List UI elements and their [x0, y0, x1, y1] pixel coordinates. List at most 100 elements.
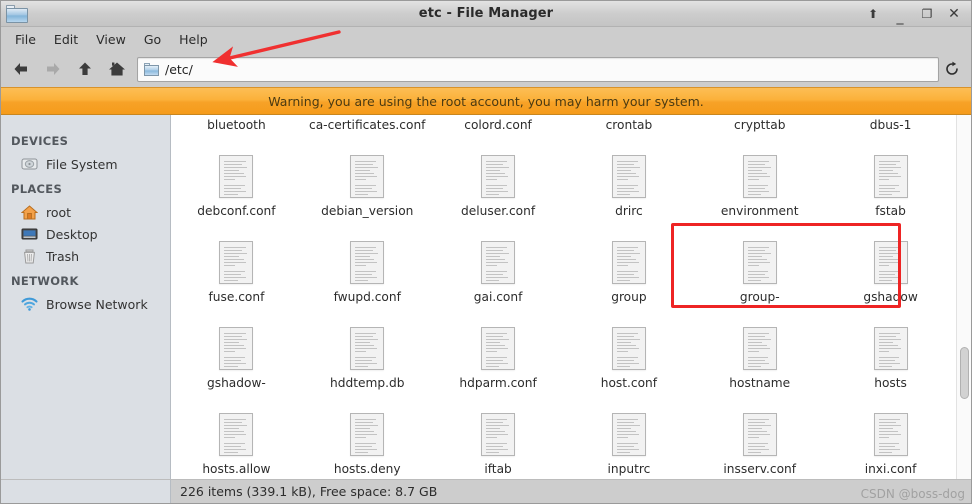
document-file-icon — [873, 327, 908, 370]
file-item[interactable]: gshadow — [825, 233, 956, 319]
document-file-icon — [742, 413, 777, 456]
document-file-icon — [481, 327, 516, 370]
sidebar-item-trash[interactable]: Trash — [1, 245, 170, 267]
file-name-label: debian_version — [321, 204, 414, 218]
file-name-label: deluser.conf — [461, 204, 536, 218]
file-item[interactable]: gai.conf — [433, 233, 564, 319]
document-file-icon — [611, 241, 646, 284]
file-name-label: environment — [720, 204, 799, 218]
shade-button[interactable]: ⬆ — [866, 8, 880, 20]
sidebar-item-label: Desktop — [46, 226, 98, 242]
document-file-icon — [742, 241, 777, 284]
file-name-label: hosts.deny — [333, 462, 401, 476]
back-icon — [14, 63, 27, 75]
root-warning-text: Warning, you are using the root account,… — [268, 93, 704, 109]
file-item[interactable]: inxi.conf — [825, 405, 956, 479]
file-item[interactable]: inputrc — [563, 405, 694, 479]
file-name-label: fuse.conf — [208, 290, 265, 304]
file-item[interactable]: drirc — [563, 147, 694, 233]
forward-icon — [47, 63, 60, 75]
file-item[interactable]: crypttab — [694, 115, 825, 147]
sidebar-heading-places: PLACES — [11, 182, 63, 196]
menu-item-edit[interactable]: Edit — [46, 29, 86, 50]
file-item[interactable]: colord.conf — [433, 115, 564, 147]
file-item[interactable]: bluetooth — [171, 115, 302, 147]
file-item[interactable]: hostname — [694, 319, 825, 405]
file-item[interactable]: environment — [694, 147, 825, 233]
file-name-label: gshadow- — [206, 376, 266, 390]
file-item[interactable]: ca-certificates.conf — [302, 115, 433, 147]
file-item[interactable]: hddtemp.db — [302, 319, 433, 405]
file-name-label: inxi.conf — [864, 462, 917, 476]
location-bar[interactable]: /etc/ — [137, 56, 939, 82]
file-item[interactable]: debian_version — [302, 147, 433, 233]
document-file-icon — [219, 413, 254, 456]
file-grid: bluetooth ca-certificates.conf colord.conf… — [171, 115, 956, 479]
file-item[interactable]: group- — [694, 233, 825, 319]
menu-item-file[interactable]: File — [7, 29, 44, 50]
close-button[interactable]: ✕ — [947, 7, 961, 21]
file-name-label: fwupd.conf — [333, 290, 401, 304]
document-file-icon — [742, 155, 777, 198]
file-item[interactable]: group — [563, 233, 694, 319]
document-file-icon — [219, 155, 254, 198]
file-item[interactable]: iftab — [433, 405, 564, 479]
file-item[interactable]: fuse.conf — [171, 233, 302, 319]
file-name-label: gai.conf — [473, 290, 523, 304]
file-item[interactable]: gshadow- — [171, 319, 302, 405]
maximize-button[interactable]: ❐ — [920, 8, 934, 20]
back-button[interactable] — [5, 54, 37, 84]
file-name-label: dbus-1 — [869, 118, 912, 132]
file-name-label: host.conf — [600, 376, 658, 390]
file-name-label: hdparm.conf — [459, 376, 537, 390]
document-file-icon — [611, 327, 646, 370]
file-item[interactable]: deluser.conf — [433, 147, 564, 233]
document-file-icon — [481, 241, 516, 284]
file-item[interactable]: hosts — [825, 319, 956, 405]
file-item[interactable]: hosts.deny — [302, 405, 433, 479]
file-item[interactable]: fstab — [825, 147, 956, 233]
sidebar-item-desktop[interactable]: Desktop — [1, 223, 170, 245]
document-file-icon — [350, 327, 385, 370]
file-item[interactable]: fwupd.conf — [302, 233, 433, 319]
status-bar: 226 items (339.1 kB), Free space: 8.7 GB — [1, 479, 971, 503]
file-item[interactable]: host.conf — [563, 319, 694, 405]
minimize-button[interactable]: _ — [893, 10, 907, 24]
file-name-label: ca-certificates.conf — [309, 118, 426, 132]
file-item[interactable]: hdparm.conf — [433, 319, 564, 405]
desktop-icon — [21, 226, 38, 242]
vertical-scrollbar[interactable] — [956, 115, 971, 479]
document-file-icon — [350, 241, 385, 284]
parent-folder-button[interactable] — [69, 54, 101, 84]
file-item[interactable]: dbus-1 — [825, 115, 956, 147]
document-file-icon — [742, 327, 777, 370]
file-item[interactable]: debconf.conf — [171, 147, 302, 233]
file-name-label: crypttab — [734, 118, 786, 132]
path-text[interactable]: /etc/ — [165, 62, 193, 77]
reload-icon — [946, 61, 958, 75]
file-name-label: bluetooth — [207, 118, 266, 132]
scrollbar-thumb[interactable] — [960, 347, 969, 399]
home-icon — [21, 204, 38, 220]
document-file-icon — [350, 155, 385, 198]
home-button[interactable] — [101, 54, 133, 84]
window-controls: ⬆ _ ❐ ✕ — [866, 1, 967, 27]
sidebar-item-root[interactable]: root — [1, 201, 170, 223]
file-item[interactable]: hosts.allow — [171, 405, 302, 479]
file-manager-window: etc - File Manager ⬆ _ ❐ ✕ File Edit Vie… — [0, 0, 972, 504]
reload-button[interactable] — [941, 58, 963, 80]
menu-item-go[interactable]: Go — [136, 29, 169, 50]
file-item[interactable]: insserv.conf — [694, 405, 825, 479]
sidebar-item-label: root — [46, 204, 72, 220]
file-grid-viewport[interactable]: bluetooth ca-certificates.conf colord.conf… — [171, 115, 956, 479]
sidebar-item-file-system[interactable]: File System — [1, 153, 170, 175]
file-name-label: colord.conf — [464, 118, 532, 132]
file-name-label: inputrc — [607, 462, 651, 476]
menu-item-view[interactable]: View — [88, 29, 134, 50]
sidebar-item-browse-network[interactable]: Browse Network — [1, 293, 170, 315]
sidebar-heading-network: NETWORK — [11, 274, 79, 288]
file-name-label: iftab — [484, 462, 512, 476]
menu-item-help[interactable]: Help — [171, 29, 216, 50]
forward-button[interactable] — [37, 54, 69, 84]
file-item[interactable]: crontab — [563, 115, 694, 147]
